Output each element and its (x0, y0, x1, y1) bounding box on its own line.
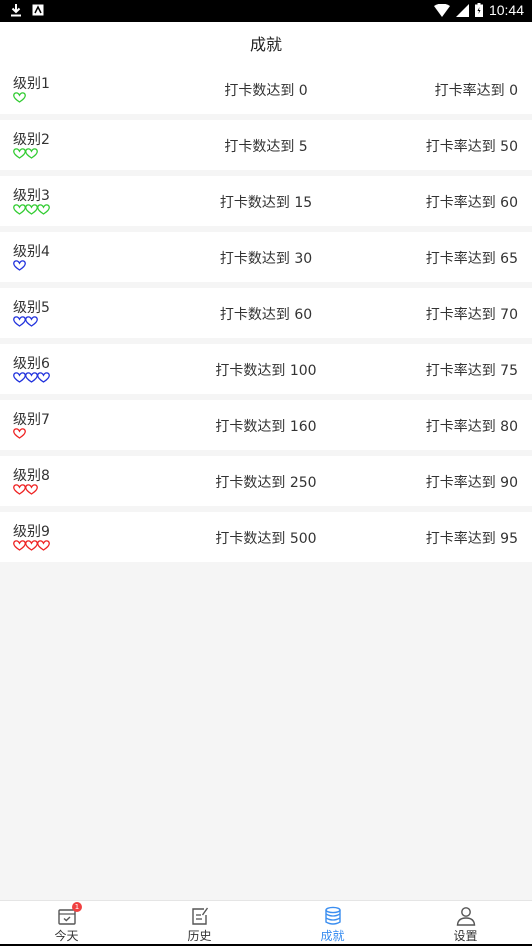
level-hearts (13, 204, 50, 215)
page-title: 成就 (249, 35, 282, 54)
level-row: 级别8 打卡数达到 250 打卡率达到 90 (0, 456, 532, 506)
checkin-rate-requirement: 打卡率达到 75 (425, 363, 518, 379)
level-row: 级别2 打卡数达到 5 打卡率达到 50 (0, 120, 532, 170)
checkin-rate-requirement: 打卡率达到 80 (425, 419, 518, 435)
checkin-count-requirement: 打卡数达到 160 (215, 419, 317, 435)
level-hearts (13, 484, 38, 495)
checkin-count-requirement: 打卡数达到 30 (219, 251, 313, 267)
checkin-rate-requirement: 打卡率达到 0 (434, 83, 518, 99)
notepad-edit-icon (189, 906, 211, 926)
heart-icon (25, 316, 38, 327)
level-hearts (13, 428, 26, 439)
level-hearts (13, 540, 50, 551)
checkin-rate-requirement: 打卡率达到 70 (425, 307, 518, 323)
level-hearts (13, 148, 38, 159)
level-name: 级别8 (13, 468, 50, 484)
level-row: 级别9 打卡数达到 500 打卡率达到 95 (0, 512, 532, 562)
checkin-rate-requirement: 打卡率达到 60 (425, 195, 518, 211)
level-row: 级别1 打卡数达到 0 打卡率达到 0 (0, 64, 532, 114)
checkin-rate-requirement: 打卡率达到 65 (425, 251, 518, 267)
signal-icon (455, 3, 469, 17)
level-name: 级别5 (13, 300, 50, 316)
level-row: 级别5 打卡数达到 60 打卡率达到 70 (0, 288, 532, 338)
level-row: 级别6 打卡数达到 100 打卡率达到 75 (0, 344, 532, 394)
bottom-tab-bar: 1 今天 历史 成就 设置 (0, 900, 532, 944)
level-name: 级别1 (13, 76, 50, 92)
tab-settings-label: 设置 (453, 929, 478, 943)
checkin-rate-requirement: 打卡率达到 90 (425, 475, 518, 491)
status-bar: 10:44 (0, 0, 532, 22)
level-name: 级别4 (13, 244, 50, 260)
level-row: 级别7 打卡数达到 160 打卡率达到 80 (0, 400, 532, 450)
tab-achievements-label: 成就 (320, 929, 345, 943)
level-name: 级别6 (13, 356, 50, 372)
checkin-count-requirement: 打卡数达到 0 (224, 83, 308, 99)
notification-badge: 1 (72, 902, 82, 912)
level-hearts (13, 316, 38, 327)
heart-icon (13, 428, 26, 439)
checkin-count-requirement: 打卡数达到 5 (224, 139, 308, 155)
tab-history[interactable]: 历史 (133, 901, 266, 944)
tab-achievements[interactable]: 成就 (266, 901, 399, 944)
level-hearts (13, 260, 26, 271)
checkin-count-requirement: 打卡数达到 15 (219, 195, 313, 211)
download-icon (11, 4, 21, 17)
wifi-icon (433, 3, 450, 17)
heart-icon (13, 92, 26, 103)
clock: 10:44 (488, 2, 524, 18)
tab-today-label: 今天 (54, 929, 79, 943)
level-name: 级别3 (13, 188, 50, 204)
level-name: 级别2 (13, 132, 50, 148)
checkin-count-requirement: 打卡数达到 60 (219, 307, 313, 323)
level-name: 级别7 (13, 412, 50, 428)
heart-icon (13, 260, 26, 271)
tab-history-label: 历史 (187, 929, 212, 943)
level-row: 级别4 打卡数达到 30 打卡率达到 65 (0, 232, 532, 282)
heart-icon (25, 484, 38, 495)
checkin-rate-requirement: 打卡率达到 50 (425, 139, 518, 155)
level-row: 级别3 打卡数达到 15 打卡率达到 60 (0, 176, 532, 226)
level-hearts (13, 372, 50, 383)
battery-icon (474, 3, 483, 17)
heart-icon (37, 540, 50, 551)
checkin-rate-requirement: 打卡率达到 95 (425, 531, 518, 547)
app-bar: 成就 (0, 22, 532, 64)
checkin-count-requirement: 打卡数达到 500 (215, 531, 317, 547)
coin-stack-icon (322, 906, 344, 926)
heart-icon (25, 148, 38, 159)
heart-icon (37, 204, 50, 215)
level-name: 级别9 (13, 524, 50, 540)
person-icon (455, 906, 477, 926)
tab-settings[interactable]: 设置 (399, 901, 532, 944)
level-hearts (13, 92, 26, 103)
tab-today[interactable]: 1 今天 (0, 901, 133, 944)
notification-icon (32, 4, 44, 16)
checkin-count-requirement: 打卡数达到 100 (215, 363, 317, 379)
heart-icon (37, 372, 50, 383)
level-list: 级别1 打卡数达到 0 打卡率达到 0 级别2 打卡数达到 5 打卡率达到 50 级别3 打卡… (0, 64, 532, 568)
checkin-count-requirement: 打卡数达到 250 (215, 475, 317, 491)
